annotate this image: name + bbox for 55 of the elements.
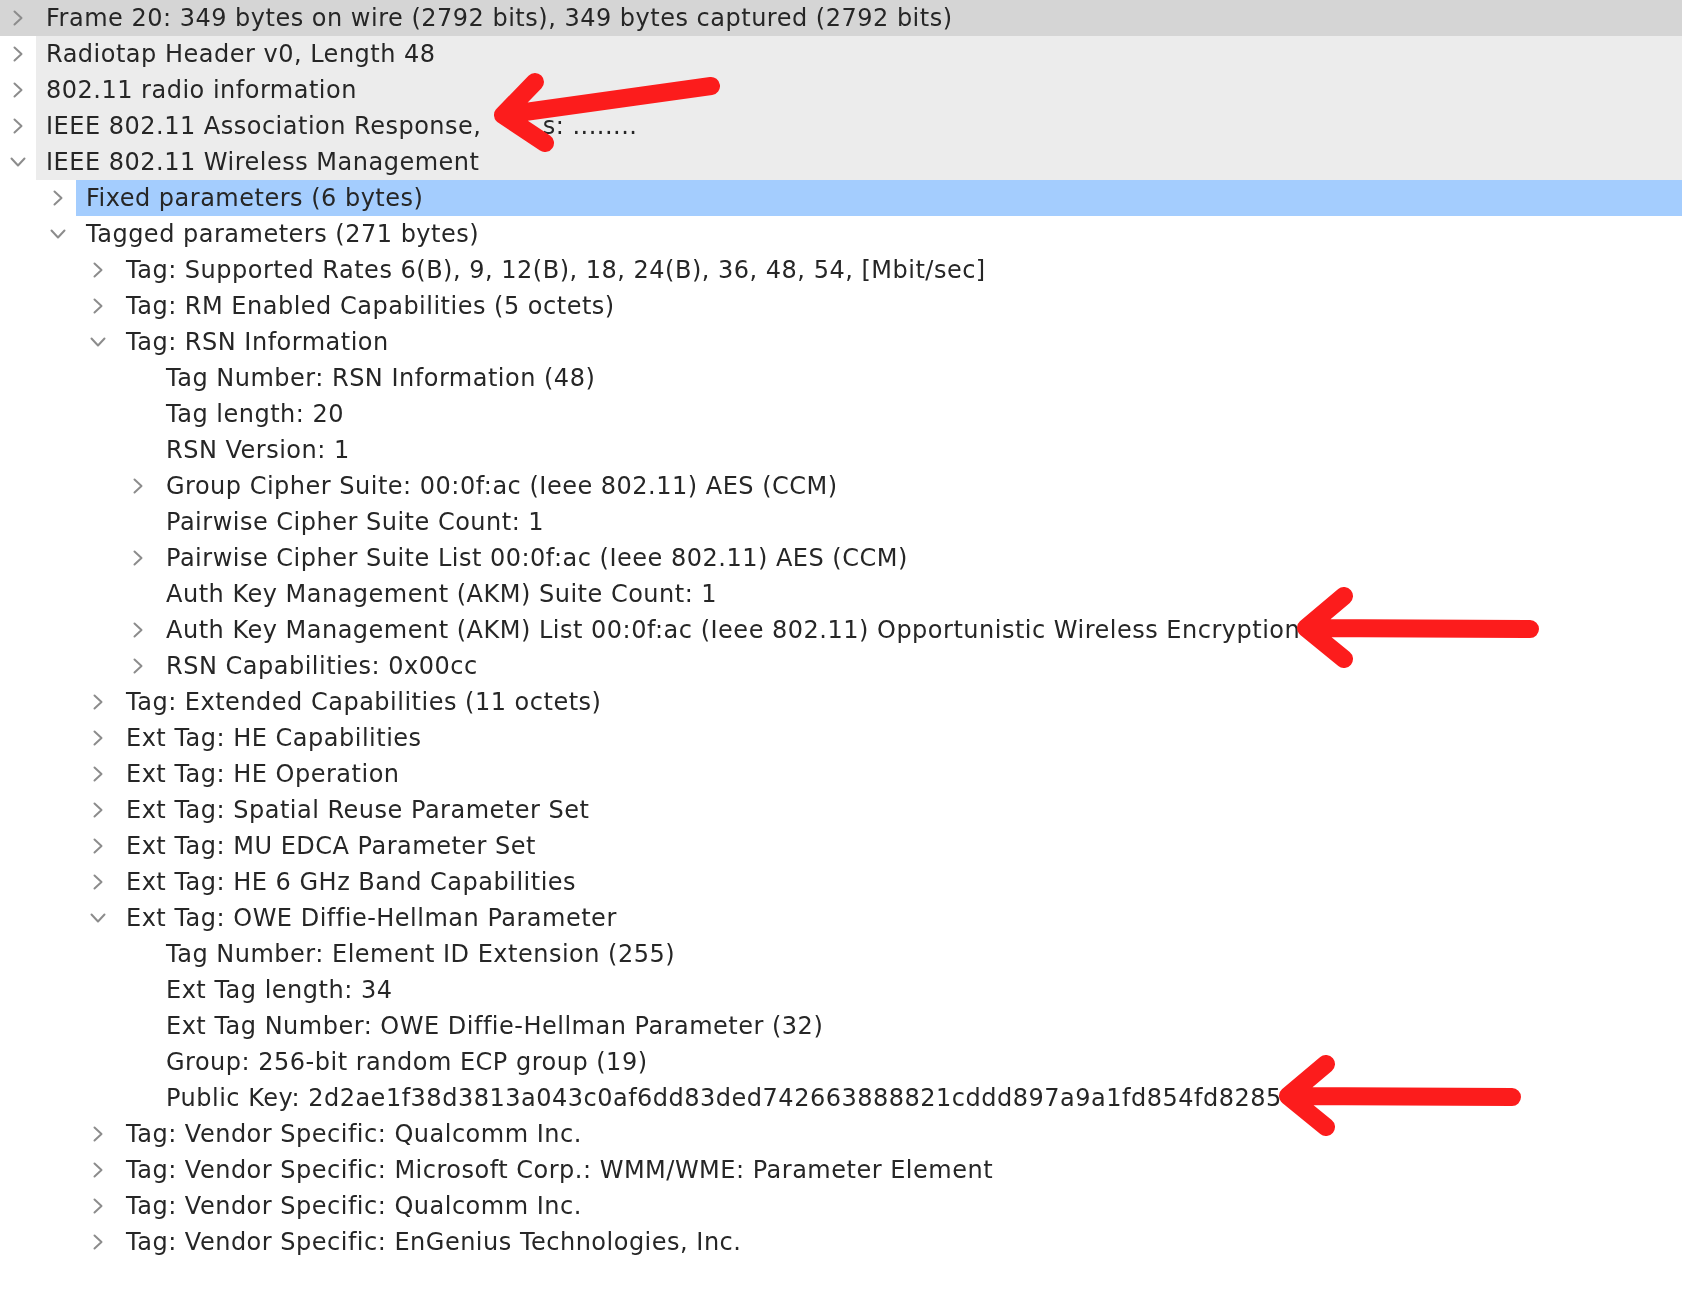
tree-item[interactable]: Ext Tag: OWE Diffie-Hellman Parameter	[116, 900, 1682, 936]
chevron-right-icon[interactable]	[93, 874, 103, 890]
tree-item[interactable]: RSN Version: 1	[156, 432, 1682, 468]
tree-item[interactable]: Group Cipher Suite: 00:0f:ac (Ieee 802.11) AES (CCM)	[156, 468, 1682, 504]
chevron-down-icon[interactable]	[90, 913, 106, 923]
chevron-down-icon[interactable]	[90, 337, 106, 347]
tree-item[interactable]: Ext Tag: MU EDCA Parameter Set	[116, 828, 1682, 864]
chevron-right-icon[interactable]	[93, 1198, 103, 1214]
chevron-right-icon[interactable]	[133, 658, 143, 674]
tree-item[interactable]: Ext Tag: HE 6 GHz Band Capabilities	[116, 864, 1682, 900]
chevron-right-icon[interactable]	[93, 838, 103, 854]
chevron-right-icon[interactable]	[93, 262, 103, 278]
tree-item[interactable]: Tag: RM Enabled Capabilities (5 octets)	[116, 288, 1682, 324]
chevron-right-icon[interactable]	[133, 622, 143, 638]
chevron-right-icon[interactable]	[13, 118, 23, 134]
tree-item[interactable]: Ext Tag: Spatial Reuse Parameter Set	[116, 792, 1682, 828]
chevron-right-icon[interactable]	[93, 298, 103, 314]
tree-item[interactable]: Group: 256-bit random ECP group (19)	[156, 1044, 1682, 1080]
tree-item[interactable]: Tag: Vendor Specific: EnGenius Technologies, Inc.	[116, 1224, 1682, 1260]
chevron-right-icon[interactable]	[93, 802, 103, 818]
chevron-down-icon[interactable]	[10, 157, 26, 167]
tree-item[interactable]: Tag: Vendor Specific: Microsoft Corp.: WMM/WME: Parameter Element	[116, 1152, 1682, 1188]
tree-item[interactable]: Ext Tag: HE Operation	[116, 756, 1682, 792]
chevron-down-icon[interactable]	[50, 229, 66, 239]
tree-item[interactable]: Auth Key Management (AKM) Suite Count: 1	[156, 576, 1682, 612]
tree-item[interactable]: Tag: Vendor Specific: Qualcomm Inc.	[116, 1116, 1682, 1152]
chevron-right-icon[interactable]	[13, 10, 23, 26]
tree-item[interactable]: Tag: Vendor Specific: Qualcomm Inc.	[116, 1188, 1682, 1224]
tree-item[interactable]: Pairwise Cipher Suite List 00:0f:ac (Ieee 802.11) AES (CCM)	[156, 540, 1682, 576]
tree-item[interactable]: RSN Capabilities: 0x00cc	[156, 648, 1682, 684]
chevron-right-icon[interactable]	[93, 1234, 103, 1250]
tree-item[interactable]: Ext Tag Number: OWE Diffie-Hellman Parameter (32)	[156, 1008, 1682, 1044]
tree-item[interactable]: Tag: RSN Information	[116, 324, 1682, 360]
tree-item[interactable]: Tag length: 20	[156, 396, 1682, 432]
chevron-right-icon[interactable]	[93, 694, 103, 710]
tree-item[interactable]: Tag: Extended Capabilities (11 octets)	[116, 684, 1682, 720]
chevron-right-icon[interactable]	[13, 46, 23, 62]
tree-item[interactable]: Fixed parameters (6 bytes)	[76, 180, 1682, 216]
tree-item[interactable]: Public Key: 2d2ae1f38d3813a043c0af6dd83ded742663888821cddd897a9a1fd854fd8285	[156, 1080, 1682, 1116]
tree-item[interactable]: Tag: Supported Rates 6(B), 9, 12(B), 18, 24(B), 36, 48, 54, [Mbit/sec]	[116, 252, 1682, 288]
chevron-right-icon[interactable]	[93, 730, 103, 746]
tree-item[interactable]: Tag Number: Element ID Extension (255)	[156, 936, 1682, 972]
tree-item[interactable]: Ext Tag length: 34	[156, 972, 1682, 1008]
chevron-right-icon[interactable]	[93, 1126, 103, 1142]
tree-item[interactable]: Auth Key Management (AKM) List 00:0f:ac (Ieee 802.11) Opportunistic Wireless Encryption	[156, 612, 1682, 648]
tree-item[interactable]: Tag Number: RSN Information (48)	[156, 360, 1682, 396]
chevron-right-icon[interactable]	[93, 1162, 103, 1178]
tree-item[interactable]: Tagged parameters (271 bytes)	[76, 216, 1682, 252]
chevron-right-icon[interactable]	[13, 82, 23, 98]
chevron-right-icon[interactable]	[93, 766, 103, 782]
chevron-right-icon[interactable]	[133, 550, 143, 566]
chevron-right-icon[interactable]	[53, 190, 63, 206]
tree-item[interactable]: Ext Tag: HE Capabilities	[116, 720, 1682, 756]
tree-item[interactable]: Pairwise Cipher Suite Count: 1	[156, 504, 1682, 540]
chevron-right-icon[interactable]	[133, 478, 143, 494]
